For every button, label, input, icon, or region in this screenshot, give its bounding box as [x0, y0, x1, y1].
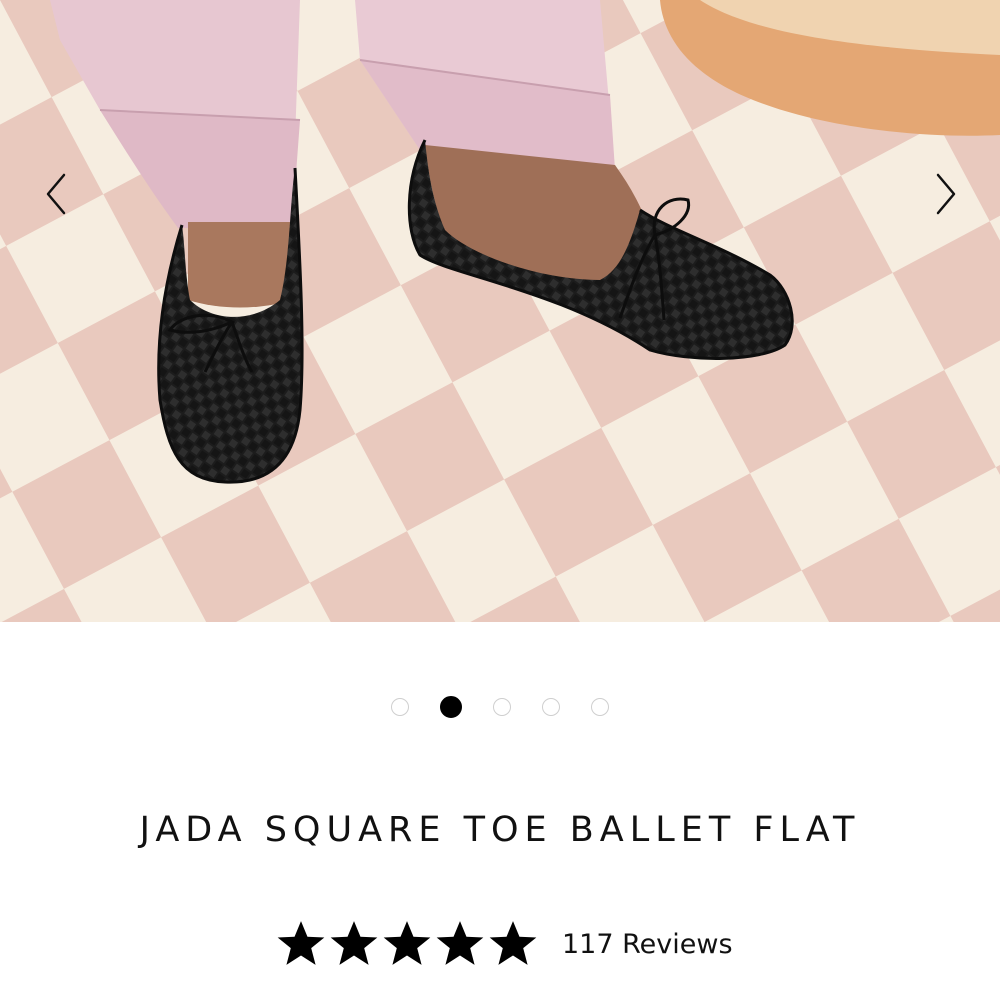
star-icon [382, 920, 432, 968]
pagination-dot-1[interactable] [391, 698, 409, 716]
product-rating[interactable]: 117 Reviews [276, 918, 733, 970]
star-rating [276, 920, 538, 968]
pagination-dot-4[interactable] [542, 698, 560, 716]
chevron-left-icon [46, 173, 66, 215]
product-page: JADA SQUARE TOE BALLET FLAT 117 Reviews [0, 0, 1000, 1000]
next-image-button[interactable] [926, 170, 966, 218]
pagination-dot-3[interactable] [493, 698, 511, 716]
gallery-pagination [0, 695, 1000, 719]
previous-image-button[interactable] [36, 170, 76, 218]
star-icon [329, 920, 379, 968]
product-photo [0, 0, 1000, 622]
pagination-dot-5[interactable] [591, 698, 609, 716]
chevron-right-icon [936, 173, 956, 215]
star-icon [488, 920, 538, 968]
reviews-link[interactable]: 117 Reviews [562, 929, 733, 960]
pagination-dot-2[interactable] [440, 696, 462, 718]
star-icon [276, 920, 326, 968]
product-image-gallery[interactable] [0, 0, 1000, 622]
star-icon [435, 920, 485, 968]
product-title: JADA SQUARE TOE BALLET FLAT [139, 810, 861, 850]
